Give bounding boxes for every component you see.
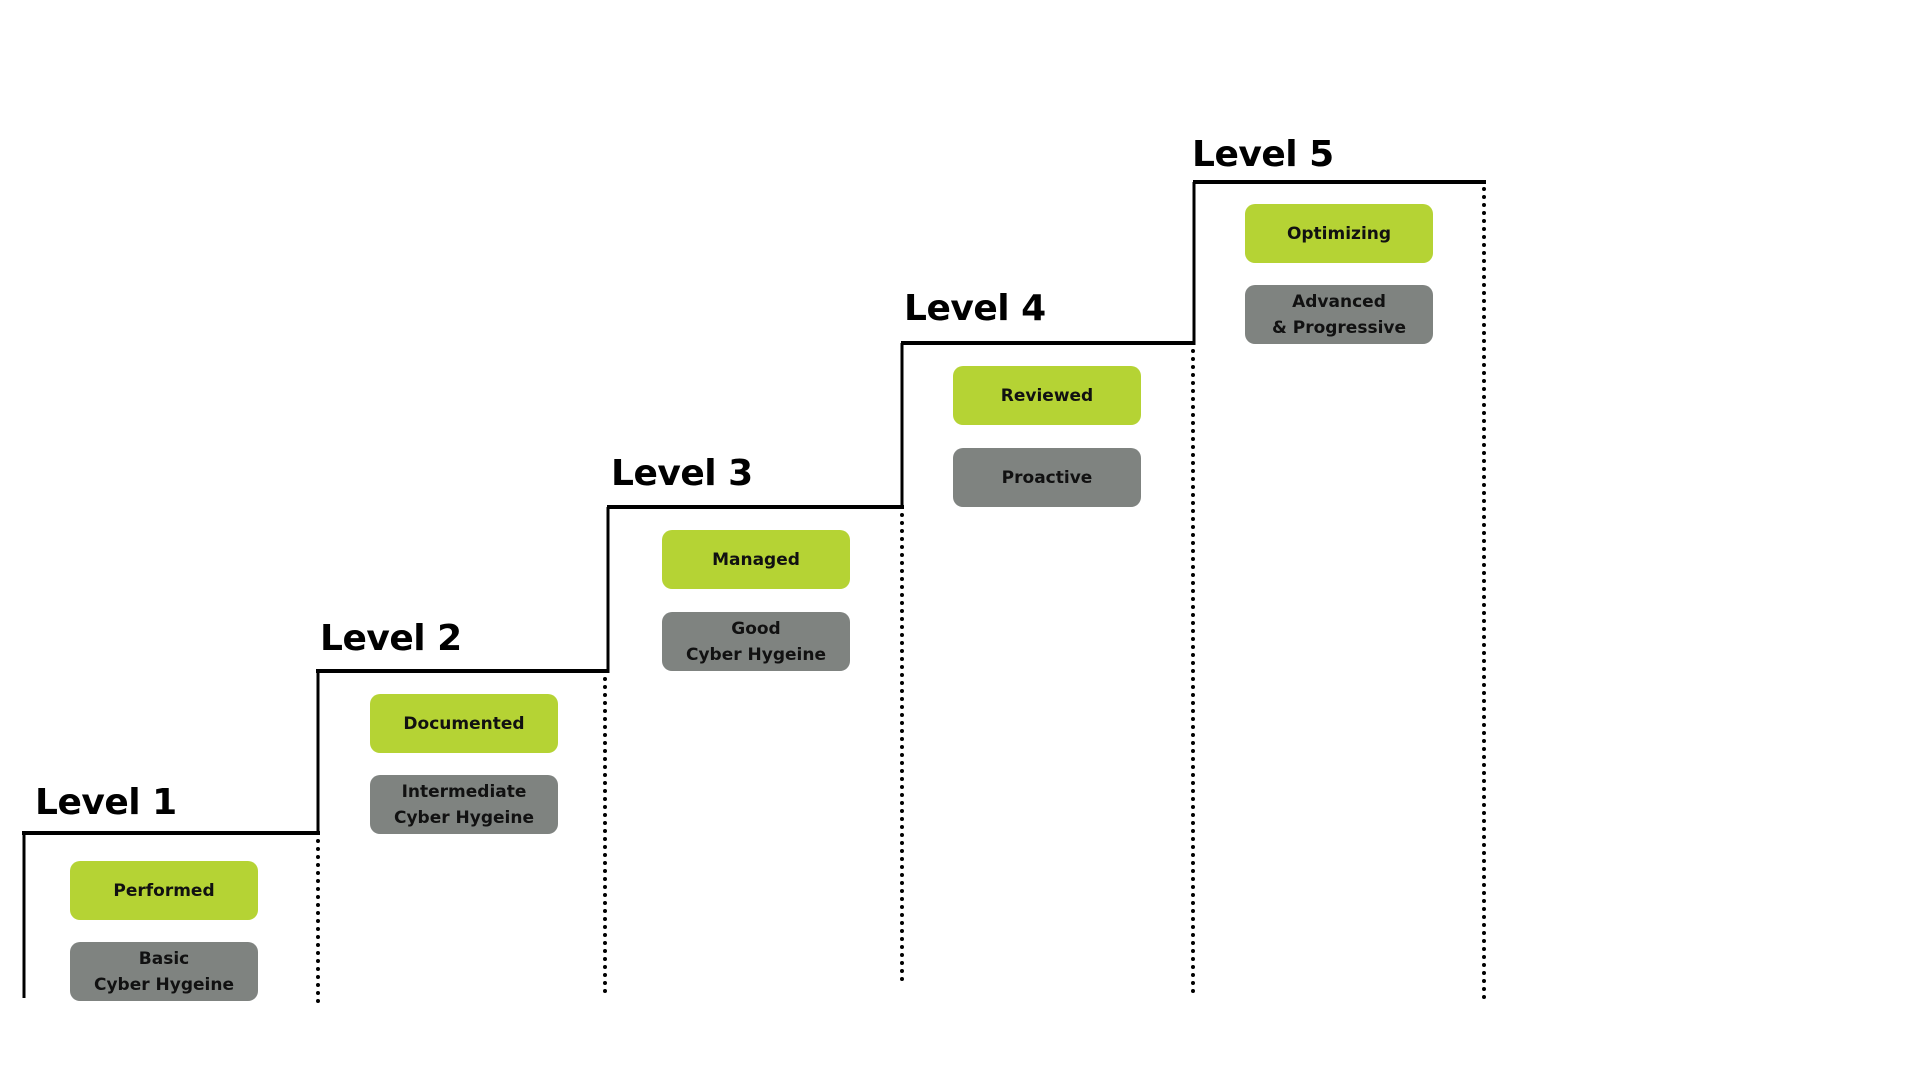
level-5-practice-text: Optimizing <box>1286 223 1392 244</box>
level-4-practice-box: Reviewed <box>953 366 1141 425</box>
level-1-practice-text: Performed <box>113 880 215 901</box>
level-4-practice-text: Reviewed <box>1000 385 1094 406</box>
level-3-practice-text: Managed <box>712 549 800 570</box>
staircase-lines <box>22 180 1486 1007</box>
level-1-hygiene-line-1: Basic <box>138 948 190 969</box>
level-2-practice-text: Documented <box>403 713 525 734</box>
level-2-hygiene-box: Intermediate Cyber Hygeine <box>370 775 558 834</box>
level-3-hygiene-line-2: Cyber Hygeine <box>685 644 827 665</box>
level-1-practice-box: Performed <box>70 861 258 920</box>
level-2-practice-box: Documented <box>370 694 558 753</box>
level-3-hygiene-line-1: Good <box>731 618 781 639</box>
level-3-practice-box: Managed <box>662 530 850 589</box>
level-5-practice-box: Optimizing <box>1245 204 1433 263</box>
level-5-hygiene-line-1: Advanced <box>1292 291 1386 312</box>
level-1-hygiene-line-2: Cyber Hygeine <box>93 974 235 995</box>
level-4-hygiene-box: Proactive <box>953 448 1141 507</box>
level-2-hygiene-line-2: Cyber Hygeine <box>393 807 535 828</box>
level-1-hygiene-box: Basic Cyber Hygeine <box>70 942 258 1001</box>
level-5-hygiene-box: Advanced & Progressive <box>1245 285 1433 344</box>
maturity-staircase-diagram: Level 1 Performed Basic Cyber Hygeine Le… <box>0 0 1920 1080</box>
level-4-label: Level 4 <box>904 288 1046 329</box>
level-1-label: Level 1 <box>35 782 177 823</box>
level-4-hygiene-line-1: Proactive <box>1001 467 1093 488</box>
level-5-label: Level 5 <box>1192 134 1334 175</box>
level-3-label: Level 3 <box>611 453 753 494</box>
level-2-hygiene-line-1: Intermediate <box>401 781 527 802</box>
level-5-hygiene-line-2: & Progressive <box>1271 317 1407 338</box>
level-3-hygiene-box: Good Cyber Hygeine <box>662 612 850 671</box>
level-2-label: Level 2 <box>320 618 462 659</box>
